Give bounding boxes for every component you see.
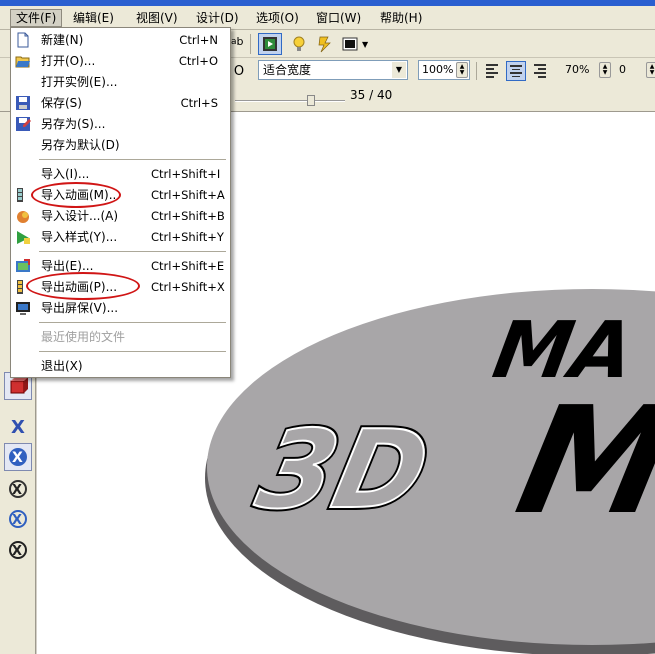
toolbar-separator — [250, 34, 252, 54]
highlight-oval-export-animation — [26, 272, 140, 300]
film-play-icon — [263, 37, 277, 51]
toolbar-separator — [476, 62, 478, 80]
svg-text:X: X — [12, 483, 22, 498]
save-disk-icon — [16, 96, 30, 110]
light-bulb-icon — [293, 36, 305, 51]
menu-item-import[interactable]: 导入(I)... Ctrl+Shift+I — [11, 164, 230, 185]
menu-item-import-design[interactable]: 导入设计...(A) Ctrl+Shift+B — [11, 206, 230, 227]
svg-text:X: X — [12, 513, 22, 528]
align-left-button[interactable] — [483, 61, 503, 81]
menu-item-open[interactable]: 打开(O)... Ctrl+O — [11, 51, 230, 72]
export-screensaver-icon — [16, 302, 30, 315]
menu-item-save[interactable]: 保存(S) Ctrl+S — [11, 93, 230, 114]
timeline-slider-track[interactable] — [235, 100, 345, 102]
menu-item-exit[interactable]: 退出(X) — [11, 356, 230, 377]
x-wobble-icon: X — [9, 541, 27, 559]
menu-view[interactable]: 视图(V) — [131, 9, 183, 27]
menu-edit[interactable]: 编辑(E) — [68, 9, 119, 27]
menu-item-new[interactable]: 新建(N) Ctrl+N — [11, 30, 230, 51]
menu-separator — [39, 251, 226, 252]
x-circle-icon: X — [9, 448, 27, 466]
zoom-spinner[interactable]: 100% ▲ ▼ — [418, 60, 470, 80]
timeline-slider-thumb[interactable] — [307, 95, 315, 106]
offset-spinner[interactable]: 0 ▲ ▼ — [615, 60, 655, 80]
spin-arrows-icon[interactable]: ▲ ▼ — [599, 62, 611, 78]
x-spin-tool-button[interactable]: X — [4, 443, 32, 471]
menu-item-export[interactable]: 导出(E)... Ctrl+Shift+E — [11, 256, 230, 277]
x-orbit-tool-button[interactable]: X — [4, 475, 32, 503]
x-wobble-tool-button[interactable]: X — [4, 536, 32, 564]
open-folder-icon — [15, 56, 30, 68]
menu-separator — [39, 159, 226, 160]
highlight-oval-import-animation — [31, 182, 121, 208]
scale-spinner[interactable]: 70% ▲ ▼ — [561, 60, 613, 80]
menu-help[interactable]: 帮助(H) — [375, 9, 427, 27]
export-icon — [16, 259, 30, 272]
spin-arrows-icon[interactable]: ▲ ▼ — [646, 62, 655, 78]
menu-separator — [39, 351, 226, 352]
svg-text:X: X — [12, 544, 22, 559]
spin-arrows-icon[interactable]: ▲ ▼ — [456, 62, 468, 78]
red-cube-icon — [10, 377, 28, 394]
lightning-button[interactable] — [316, 35, 334, 53]
menu-file[interactable]: 文件(F) — [10, 9, 63, 27]
logo-text-3d-inner: 3D — [248, 407, 439, 533]
import-animation-icon — [17, 188, 23, 202]
light-bulb-button[interactable] — [290, 35, 308, 53]
menu-item-export-screensaver[interactable]: 导出屏保(V)... — [11, 298, 230, 319]
x-rotate-tool-button[interactable]: X — [4, 412, 32, 440]
menu-item-recent-files: 最近使用的文件 — [41, 330, 126, 344]
x-orbit-icon: X — [9, 480, 27, 498]
background-color-button[interactable] — [341, 35, 359, 53]
menu-window[interactable]: 窗口(W) — [311, 9, 366, 27]
menu-options[interactable]: 选项(O) — [251, 9, 304, 27]
screen-icon — [342, 37, 358, 51]
align-center-button[interactable] — [506, 61, 526, 81]
save-as-icon — [16, 117, 31, 131]
align-right-button[interactable] — [529, 61, 549, 81]
dropdown-arrow-icon[interactable]: ▼ — [362, 40, 368, 49]
menu-item-save-default[interactable]: 另存为默认(D) — [11, 135, 230, 156]
svg-text:X: X — [12, 450, 23, 466]
import-design-icon — [17, 211, 29, 223]
chevron-down-icon: ▼ — [392, 62, 406, 78]
x-axis-icon: X — [11, 417, 25, 436]
new-document-icon — [17, 32, 29, 48]
menu-separator — [39, 322, 226, 323]
svg-text:X: X — [11, 417, 25, 436]
text-format-button[interactable]: aabb — [231, 35, 244, 48]
import-style-icon — [17, 231, 30, 244]
menu-item-open-instance[interactable]: 打开实例(E)... — [11, 72, 230, 93]
lightning-icon — [318, 36, 331, 53]
fit-mode-select[interactable]: 适合宽度 ▼ — [258, 60, 408, 80]
x-tilt-icon: X — [9, 510, 27, 528]
menu-item-save-as[interactable]: 另存为(S)... — [11, 114, 230, 135]
outline-o-icon[interactable]: O — [232, 62, 246, 80]
play-animation-button[interactable] — [258, 33, 282, 55]
menu-design[interactable]: 设计(D) — [191, 9, 244, 27]
frame-counter: 35 / 40 — [350, 88, 393, 102]
x-tilt-tool-button[interactable]: X — [4, 505, 32, 533]
menu-item-import-style[interactable]: 导入样式(Y)... Ctrl+Shift+Y — [11, 227, 230, 248]
